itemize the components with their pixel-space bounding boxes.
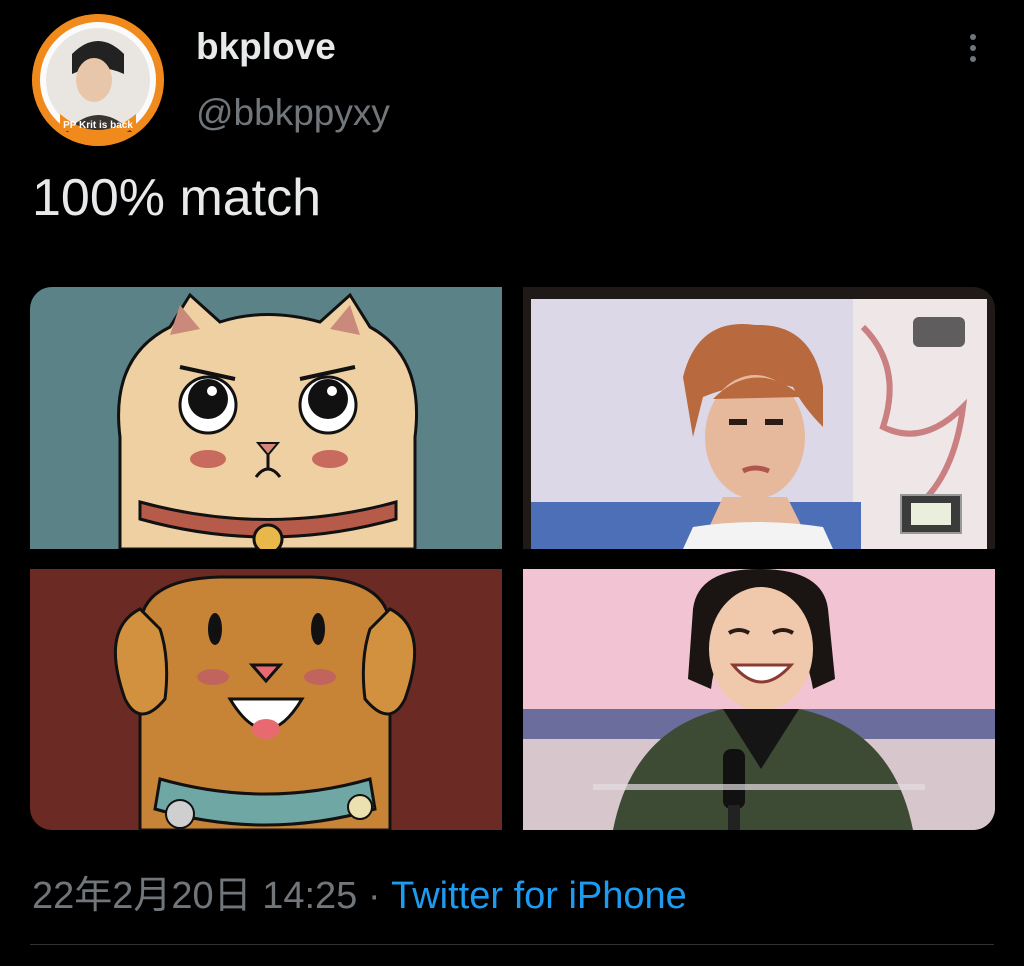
tweet-text: 100% match — [32, 169, 322, 227]
media-image-dog[interactable] — [30, 569, 502, 830]
timestamp[interactable]: 22年2月20日 14:25 — [32, 875, 357, 917]
separator: · — [367, 875, 381, 917]
user-handle[interactable]: @bbkppyxy — [196, 92, 390, 134]
avatar-badge-text: PP Krit is back — [63, 120, 133, 131]
source-link[interactable]: Twitter for iPhone — [391, 875, 687, 917]
divider — [30, 944, 994, 945]
media-image-cat[interactable] — [30, 287, 502, 549]
media-image-photo-1[interactable] — [523, 287, 995, 549]
avatar[interactable]: PP Krit is back — [32, 14, 164, 146]
media-grid — [30, 287, 995, 830]
media-image-photo-2[interactable] — [523, 569, 995, 830]
display-name[interactable]: bkplove — [196, 26, 336, 68]
more-options-icon[interactable] — [958, 34, 988, 70]
tweet-meta: 22年2月20日 14:25 · Twitter for iPhone — [32, 864, 687, 919]
